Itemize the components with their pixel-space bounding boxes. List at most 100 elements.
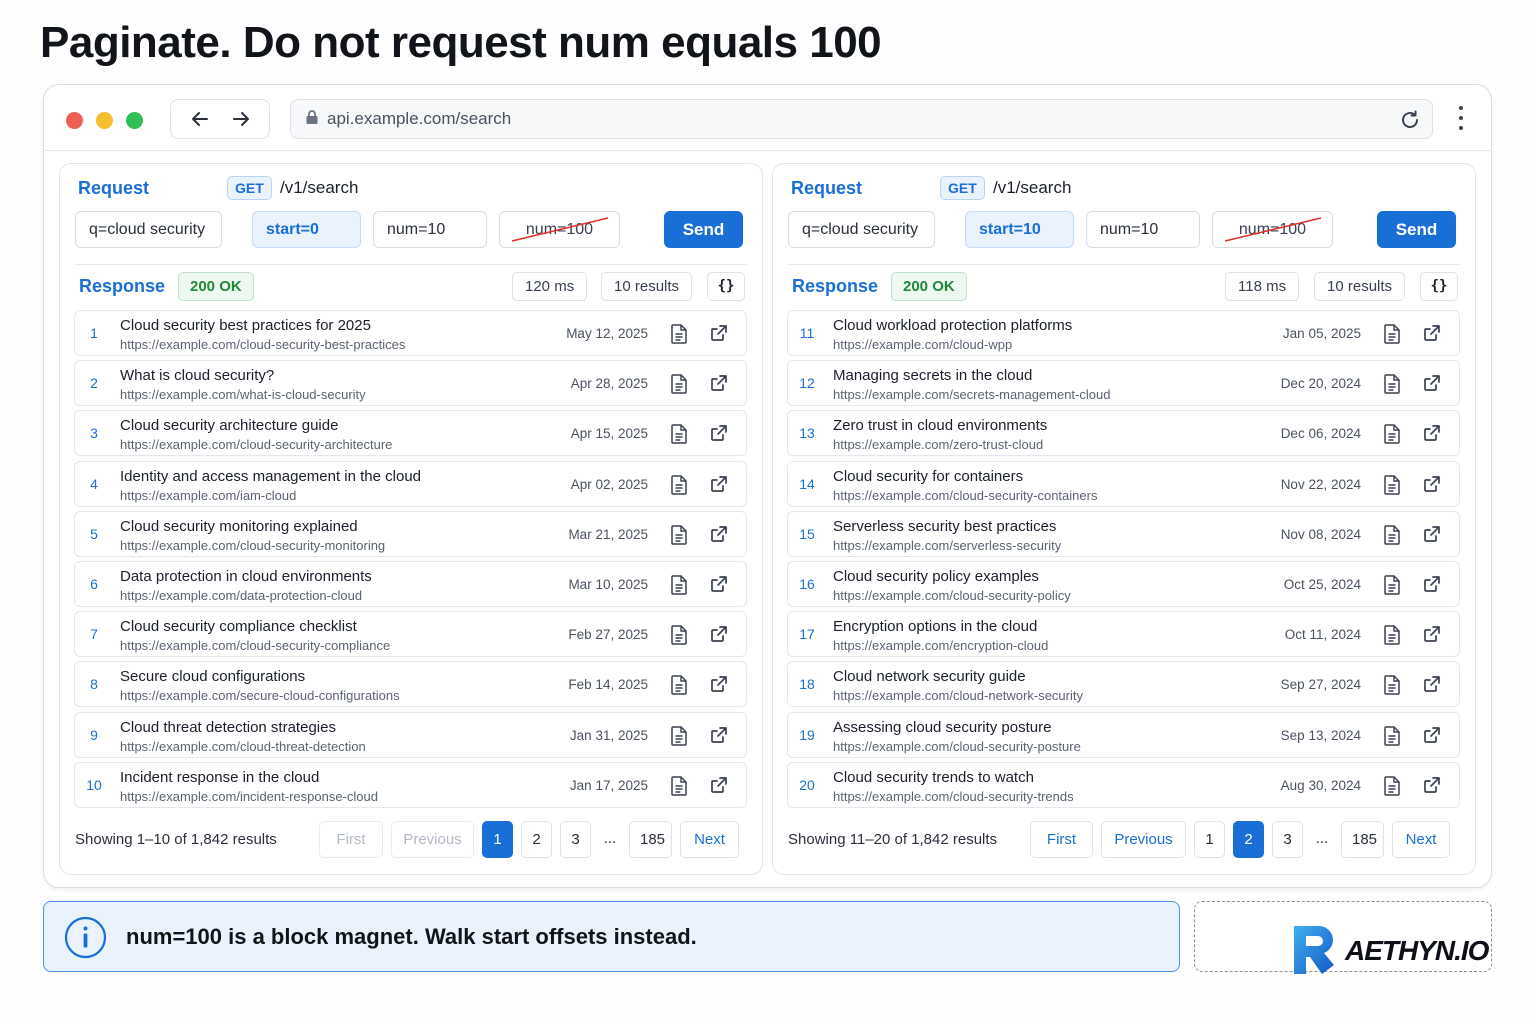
document-icon[interactable] [670,525,688,545]
next-page-button[interactable]: Next [680,821,739,858]
document-icon[interactable] [1383,725,1401,746]
result-url[interactable]: https://example.com/cloud-security-postu… [833,739,1081,754]
document-icon[interactable] [1383,474,1401,495]
result-row[interactable]: 2 What is cloud security? https://example.… [74,360,747,407]
query-param-field[interactable]: q=cloud security [75,211,222,248]
document-icon[interactable] [1383,424,1401,445]
result-url[interactable]: https://example.com/secure-cloud-configu… [120,688,400,703]
result-title[interactable]: Cloud workload protection platforms [833,317,1072,334]
document-icon[interactable] [670,775,688,796]
json-view-button[interactable]: {} [1420,272,1458,301]
result-row[interactable]: 18 Cloud network security guide https://ex… [787,661,1460,708]
address-bar[interactable]: api.example.com/search [290,99,1433,139]
document-icon[interactable] [670,625,688,645]
external-link-icon[interactable] [1423,475,1441,493]
external-link-icon[interactable] [710,575,728,593]
result-url[interactable]: https://example.com/serverless-security [833,538,1061,553]
result-url[interactable]: https://example.com/what-is-cloud-securi… [120,387,366,402]
result-title[interactable]: Managing secrets in the cloud [833,367,1032,384]
result-row[interactable]: 1 Cloud security best practices for 2025 h… [74,310,747,356]
external-link-icon[interactable] [710,374,728,392]
result-url[interactable]: https://example.com/data-protection-clou… [120,588,362,603]
result-row[interactable]: 16 Cloud security policy examples https://… [787,560,1460,607]
result-url[interactable]: https://example.com/encryption-cloud [833,638,1048,653]
first-page-button[interactable]: First [319,821,383,858]
page-3-button[interactable]: 3 [560,821,591,858]
document-icon[interactable] [670,575,688,595]
first-page-button[interactable]: First [1030,821,1093,858]
result-row[interactable]: 5 Cloud security monitoring explained http… [74,510,747,557]
page-3-button[interactable]: 3 [1272,821,1303,858]
document-icon[interactable] [670,725,688,746]
document-icon[interactable] [1383,525,1401,545]
result-row[interactable]: 9 Cloud threat detection strategies https:… [74,711,747,758]
result-title[interactable]: Cloud threat detection strategies [120,719,336,736]
result-url[interactable]: https://example.com/secrets-management-c… [833,387,1110,402]
document-icon[interactable] [1383,575,1401,595]
json-view-button[interactable]: {} [707,272,745,301]
result-url[interactable]: https://example.com/incident-response-cl… [120,789,378,804]
result-title[interactable]: Cloud security best practices for 2025 [120,317,371,334]
result-row[interactable]: 15 Serverless security best practices http… [787,510,1460,557]
result-title[interactable]: Zero trust in cloud environments [833,417,1047,434]
result-url[interactable]: https://example.com/cloud-network-securi… [833,688,1083,703]
external-link-icon[interactable] [1423,776,1441,794]
external-link-icon[interactable] [1423,424,1441,442]
result-url[interactable]: https://example.com/cloud-security-trend… [833,789,1074,804]
result-url[interactable]: https://example.com/cloud-security-polic… [833,588,1071,603]
page-2-button[interactable]: 2 [1233,821,1264,858]
result-title[interactable]: Encryption options in the cloud [833,618,1037,635]
result-row[interactable]: 20 Cloud security trends to watch https://… [787,761,1460,808]
last-page-button[interactable]: 185 [629,821,672,858]
result-row[interactable]: 4 Identity and access management in the c… [74,460,747,507]
result-url[interactable]: https://example.com/cloud-security-archi… [120,437,392,452]
previous-page-button[interactable]: Previous [391,821,474,858]
page-1-button[interactable]: 1 [1194,821,1225,858]
result-title[interactable]: Cloud security architecture guide [120,417,338,434]
query-param-field[interactable]: q=cloud security [788,211,935,248]
maximize-window-dot[interactable] [126,112,143,129]
external-link-icon[interactable] [710,525,728,543]
external-link-icon[interactable] [710,475,728,493]
result-title[interactable]: Data protection in cloud environments [120,568,372,585]
result-title[interactable]: Cloud security trends to watch [833,769,1034,786]
external-link-icon[interactable] [710,424,728,442]
start-param-field[interactable]: start=0 [252,211,361,248]
external-link-icon[interactable] [1423,324,1441,342]
document-icon[interactable] [1383,675,1401,696]
external-link-icon[interactable] [710,726,728,744]
external-link-icon[interactable] [710,776,728,794]
reload-icon[interactable] [1398,108,1422,132]
external-link-icon[interactable] [1423,675,1441,693]
external-link-icon[interactable] [710,625,728,643]
external-link-icon[interactable] [1423,575,1441,593]
close-window-dot[interactable] [66,112,83,129]
result-row[interactable]: 13 Zero trust in cloud environments https:… [787,410,1460,457]
result-title[interactable]: Identity and access management in the cl… [120,468,421,485]
document-icon[interactable] [670,324,688,344]
document-icon[interactable] [1383,374,1401,394]
external-link-icon[interactable] [1423,726,1441,744]
document-icon[interactable] [670,675,688,696]
result-title[interactable]: Cloud security monitoring explained [120,518,358,535]
result-url[interactable]: https://example.com/cloud-security-best-… [120,337,405,352]
last-page-button[interactable]: 185 [1341,821,1384,858]
send-button[interactable]: Send [1377,211,1456,248]
result-url[interactable]: https://example.com/cloud-threat-detecti… [120,739,366,754]
result-url[interactable]: https://example.com/cloud-security-monit… [120,538,385,553]
previous-page-button[interactable]: Previous [1101,821,1186,858]
document-icon[interactable] [670,474,688,495]
result-url[interactable]: https://example.com/cloud-wpp [833,337,1012,352]
document-icon[interactable] [670,424,688,445]
start-param-field[interactable]: start=10 [965,211,1074,248]
result-title[interactable]: Cloud security compliance checklist [120,618,357,635]
result-row[interactable]: 19 Assessing cloud security posture https:… [787,711,1460,758]
forward-arrow-icon[interactable] [227,105,255,133]
page-1-button[interactable]: 1 [482,821,513,858]
result-url[interactable]: https://example.com/zero-trust-cloud [833,437,1043,452]
result-row[interactable]: 6 Data protection in cloud environments ht… [74,560,747,607]
result-title[interactable]: Cloud security for containers [833,468,1023,485]
result-row[interactable]: 12 Managing secrets in the cloud https://e… [787,360,1460,407]
document-icon[interactable] [1383,324,1401,344]
result-title[interactable]: Serverless security best practices [833,518,1056,535]
